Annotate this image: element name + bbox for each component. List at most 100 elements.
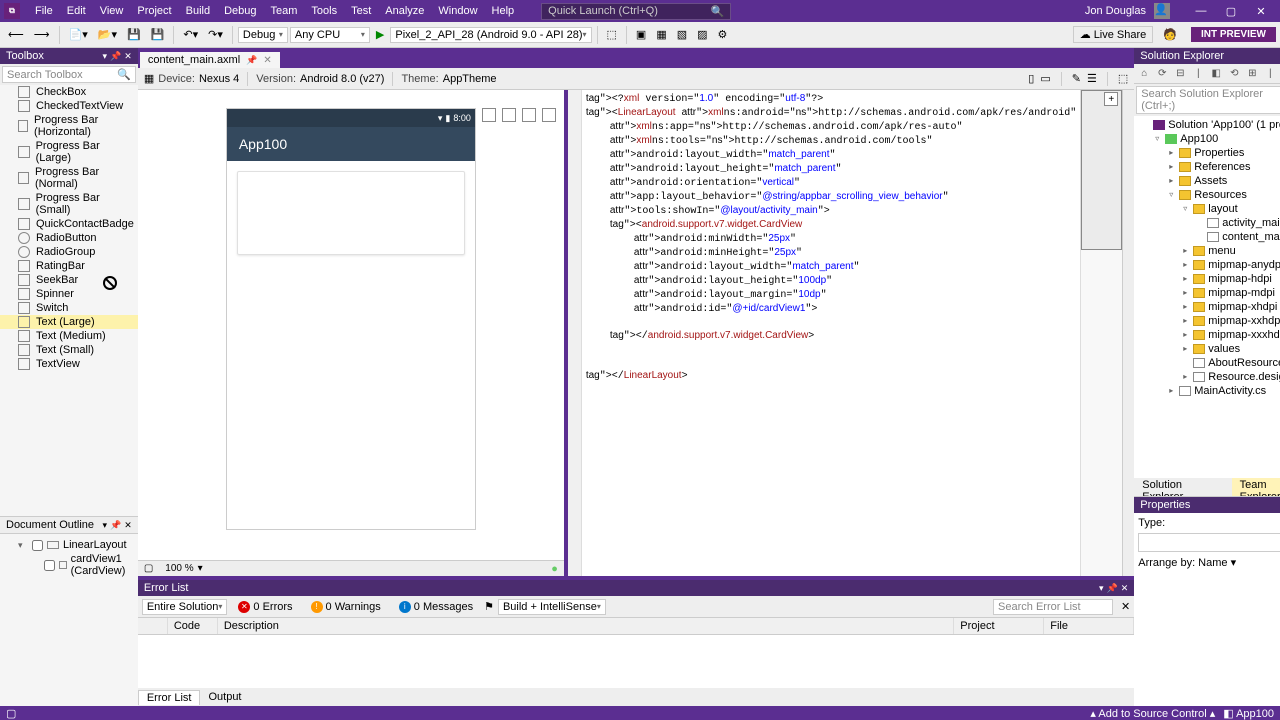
menu-view[interactable]: View [93,3,131,19]
toolbox-item[interactable]: TextView [0,357,138,371]
solution-node[interactable]: ▸MainActivity.cs [1136,384,1280,398]
arrange-dropdown[interactable]: Arrange by: Name ▾ [1138,556,1280,569]
tab-error-list[interactable]: Error List [138,690,201,705]
solution-node[interactable]: ▸mipmap-mdpi [1136,286,1280,300]
solution-node[interactable]: ▸mipmap-hdpi [1136,272,1280,286]
close-icon[interactable]: ✕ [1121,600,1130,613]
col-description[interactable]: Description [218,618,954,634]
doc-outline-tree[interactable]: ▾LinearLayoutcardView1 (CardView) [0,534,138,582]
solution-node[interactable]: ▸mipmap-xxhdpi [1136,314,1280,328]
toolbox-item[interactable]: CheckedTextView [0,99,138,113]
portrait-icon[interactable]: ▯ [1028,72,1034,86]
error-table[interactable]: Code Description Project File [138,618,1134,688]
close-icon[interactable]: ✕ [1121,583,1129,594]
outline-node[interactable]: cardView1 (CardView) [4,552,134,578]
solution-node[interactable]: Solution 'App100' (1 project) [1136,118,1280,132]
col-code[interactable]: Code [168,618,218,634]
close-icon[interactable]: ✕ [263,55,271,66]
error-search-input[interactable]: Search Error List [993,599,1113,615]
file-tab[interactable]: content_main.axml 📌 ✕ [140,52,280,68]
design-canvas[interactable]: ▾ ▮ 8:00 App100 ▢ 100 %▾ ● [138,90,568,576]
menu-build[interactable]: Build [179,3,217,19]
dropdown-icon[interactable]: ▾ [103,520,108,531]
avatar-icon[interactable]: 👤 [1154,3,1170,19]
menu-window[interactable]: Window [431,3,484,19]
toolbox-item[interactable]: RatingBar [0,259,138,273]
panel-icon[interactable]: ☰ [1087,72,1097,86]
tool-icon[interactable]: ▨ [693,26,711,43]
solution-node[interactable]: ▸mipmap-xhdpi [1136,300,1280,314]
start-button[interactable]: ▶ [372,26,388,43]
grid-icon[interactable]: ▦ [144,72,154,85]
platform-dropdown[interactable]: Any CPU▾ [290,27,370,43]
quick-launch-input[interactable]: Quick Launch (Ctrl+Q) 🔍 [541,3,731,20]
tool-icon[interactable]: ⟲ [1226,66,1242,82]
menu-team[interactable]: Team [264,3,305,19]
properties-search[interactable]: 🔍 [1138,533,1280,552]
minimize-button[interactable]: — [1186,1,1216,21]
toolbox-item[interactable]: Progress Bar (Horizontal) [0,113,138,139]
zoom-icon[interactable]: ▢ [144,563,153,574]
menu-analyze[interactable]: Analyze [378,3,431,19]
toolbox-item[interactable]: Switch [0,301,138,315]
toolbox-item[interactable]: RadioGroup [0,245,138,259]
tool-icon[interactable] [522,108,536,122]
tool-icon[interactable]: ⚙ [714,26,732,43]
tool-icon[interactable]: ⬚ [1118,72,1128,86]
pin-icon[interactable]: 📌 [246,55,257,66]
solution-node[interactable]: AboutResources.txt [1136,356,1280,370]
dropdown-icon[interactable]: ▾ [103,51,108,62]
tool-icon[interactable]: ⊞ [1244,66,1260,82]
save-button[interactable]: 💾 [123,26,145,43]
build-filter-dropdown[interactable]: Build + IntelliSense▾ [498,599,606,615]
new-item-button[interactable]: 📄▾ [65,26,92,43]
toolbox-item[interactable]: Text (Medium) [0,329,138,343]
toolbox-item[interactable]: Text (Large) [0,315,138,329]
nav-back-button[interactable]: ⟵ [4,26,28,43]
theme-dropdown[interactable]: AppTheme [443,73,497,85]
tool-icon[interactable] [482,108,496,122]
feedback-icon[interactable]: 🧑 [1159,26,1181,43]
toolbox-item[interactable]: QuickContactBadge [0,217,138,231]
device-dropdown[interactable]: Nexus 4 [199,73,239,85]
menu-edit[interactable]: Edit [60,3,93,19]
toolbox-item[interactable]: Progress Bar (Small) [0,191,138,217]
filter-icon[interactable]: ⚑ [484,600,494,613]
tab-output[interactable]: Output [200,690,249,704]
save-all-button[interactable]: 💾 [147,26,169,43]
tool-icon[interactable]: ▦ [652,26,670,43]
close-icon[interactable]: ✕ [124,520,132,531]
redo-button[interactable]: ↷▾ [204,26,227,43]
toolbox-search-input[interactable]: Search Toolbox🔍 [2,66,136,83]
toolbox-item[interactable]: Progress Bar (Large) [0,139,138,165]
toolbox-item[interactable]: RadioButton [0,231,138,245]
menu-help[interactable]: Help [485,3,522,19]
solution-node[interactable]: ▸mipmap-anydpi-v26 [1136,258,1280,272]
toolbox-list[interactable]: CheckBoxCheckedTextViewProgress Bar (Hor… [0,85,138,516]
collapse-handle[interactable] [1122,90,1134,576]
collapse-icon[interactable]: ⊟ [1172,66,1188,82]
dropdown-icon[interactable]: ▾ [1099,583,1104,594]
open-button[interactable]: 📂▾ [94,26,121,43]
errors-filter[interactable]: ✕0 Errors [231,599,299,615]
close-button[interactable]: ✕ [1246,1,1276,21]
tool-icon[interactable] [542,108,556,122]
live-share-button[interactable]: ☁Live Share [1073,26,1154,43]
tool-icon[interactable] [502,108,516,122]
user-name[interactable]: Jon Douglas [1085,5,1146,17]
maximize-button[interactable]: ▢ [1216,1,1246,21]
landscape-icon[interactable]: ▭ [1040,72,1050,86]
solution-node[interactable]: ▸References [1136,160,1280,174]
undo-button[interactable]: ↶▾ [179,26,202,43]
tool-icon[interactable]: ◧ [1208,66,1224,82]
outline-node[interactable]: ▾LinearLayout [4,538,134,552]
pin-icon[interactable]: 📌 [110,520,121,531]
toolbox-item[interactable]: SeekBar [0,273,138,287]
solution-node[interactable]: ▸mipmap-xxxhdpi [1136,328,1280,342]
solution-node[interactable]: ▸menu [1136,244,1280,258]
menu-test[interactable]: Test [344,3,378,19]
tool-icon[interactable]: ⬚ [603,26,621,43]
col-project[interactable]: Project [954,618,1044,634]
solution-node[interactable]: ▿Resources [1136,188,1280,202]
toolbox-item[interactable]: CheckBox [0,85,138,99]
